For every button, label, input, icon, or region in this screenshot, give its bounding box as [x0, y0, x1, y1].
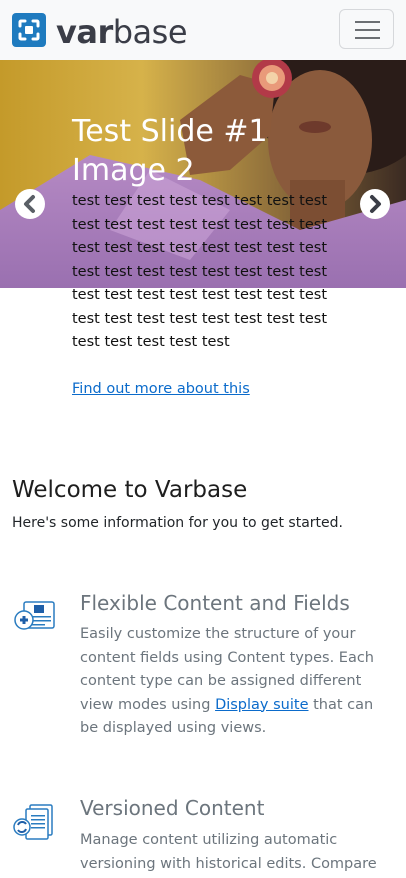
- display-suite-link[interactable]: Display suite: [215, 697, 308, 713]
- content-fields-icon: [12, 598, 56, 638]
- feature-description: Easily customize the structure of your c…: [80, 623, 394, 741]
- welcome-heading: Welcome to Varbase: [12, 477, 248, 503]
- logo-icon[interactable]: [12, 13, 46, 47]
- site-logo-text[interactable]: varbase: [56, 12, 188, 52]
- carousel-next-button[interactable]: [360, 189, 390, 219]
- chevron-right-icon: [370, 195, 381, 213]
- logo-base-text: base: [112, 13, 188, 51]
- chevron-left-icon: [24, 195, 35, 213]
- carousel-prev-button[interactable]: [15, 189, 45, 219]
- versioned-content-icon: [12, 803, 56, 843]
- feature-description: Manage content utilizing automatic versi…: [80, 829, 394, 876]
- menu-toggle-button[interactable]: [339, 9, 394, 49]
- logo-var-text: var: [56, 13, 113, 51]
- feature-title: Flexible Content and Fields: [80, 591, 350, 615]
- welcome-subtitle: Here's some information for you to get s…: [12, 515, 343, 531]
- site-header: varbase: [0, 0, 406, 60]
- carousel-slide-title: Test Slide #1 Image 2: [72, 114, 268, 188]
- carousel-find-out-more-link[interactable]: Find out more about this: [72, 378, 250, 400]
- hamburger-icon: [355, 21, 380, 39]
- feature-description-text: Manage content utilizing automatic versi…: [80, 832, 377, 872]
- feature-title: Versioned Content: [80, 796, 265, 820]
- carousel-slide-body: test test test test test test test test …: [72, 193, 328, 350]
